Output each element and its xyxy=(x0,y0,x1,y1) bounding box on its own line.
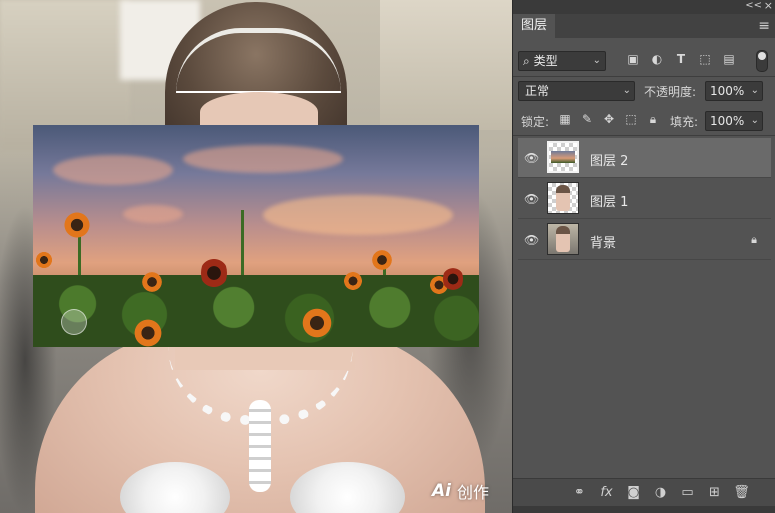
blend-mode-value: 正常 xyxy=(525,84,550,98)
divider xyxy=(513,76,775,77)
sunflower xyxy=(201,255,227,291)
sunflower xyxy=(63,211,91,239)
panel-resize-handle[interactable] xyxy=(513,506,775,513)
smart-object-filter-icon[interactable]: ▤ xyxy=(722,52,736,66)
panel-title-bar: << × xyxy=(513,0,775,14)
layer-row-layer-2[interactable]: 👁︎ 图层 2 xyxy=(518,138,771,178)
sunflower xyxy=(343,271,363,291)
layer-thumbnail xyxy=(547,141,579,173)
delete-layer-icon[interactable]: 🗑︎ xyxy=(733,485,750,501)
watermark: Ai 创作 xyxy=(432,479,489,503)
thumbnail-image xyxy=(556,185,570,211)
thumbnail-image xyxy=(551,151,575,163)
sunflower xyxy=(141,271,163,293)
background-building-right xyxy=(380,0,512,130)
chevron-down-icon[interactable]: ⌄ xyxy=(751,112,759,130)
chevron-down-icon[interactable]: ⌄ xyxy=(751,82,759,100)
sunflower xyxy=(443,265,463,293)
watermark-logo: Ai xyxy=(432,481,451,501)
bottom-icons: ⚭ fx ◙ ◑ ▭ ⊞ 🗑︎ xyxy=(571,485,750,501)
sunflower xyxy=(301,307,333,339)
eye-visibility-icon[interactable]: 👁︎ xyxy=(524,192,539,206)
watermark-text: 创作 xyxy=(456,483,489,502)
fill-value: 100% xyxy=(710,114,745,128)
fx-icon[interactable]: fx xyxy=(598,485,615,501)
lock-artboard-icon[interactable]: ⬚ xyxy=(624,112,638,126)
document-canvas[interactable]: Ai 创作 xyxy=(0,0,512,513)
image-filter-icon[interactable]: ▣ xyxy=(626,52,640,66)
filter-toggle-switch[interactable] xyxy=(756,50,768,72)
lock-transparent-pixels-icon[interactable]: ▦ xyxy=(558,112,572,126)
sunflower xyxy=(133,318,163,347)
layers-panel: << × 图层 ≡ ⌕ 类型 ⌄ ▣ ◐ T ⬚ ▤ 正常 ⌄ 不透明度: 10… xyxy=(512,0,775,513)
layer-row-background[interactable]: 👁︎ 背景 🔒︎ xyxy=(518,220,771,260)
lock-label: 锁定: xyxy=(521,115,550,129)
layer-name: 背景 xyxy=(590,236,617,251)
cloud xyxy=(183,145,343,173)
filter-icons: ▣ ◐ T ⬚ ▤ xyxy=(626,52,736,66)
eye-visibility-icon[interactable]: 👁︎ xyxy=(524,233,539,247)
layer-row-layer-1[interactable]: 👁︎ 图层 1 xyxy=(518,179,771,219)
layer-2-sunflower-photo[interactable] xyxy=(33,125,479,347)
opacity-label: 不透明度: xyxy=(644,85,697,99)
layer-name: 图层 1 xyxy=(590,195,629,210)
fill-label: 填充: xyxy=(670,115,699,129)
lock-row: 锁定: ▦ ✎ ✥ ⬚ 🔒︎ 填充: 100% ⌄ xyxy=(513,109,775,133)
lock-position-icon[interactable]: ✥ xyxy=(602,112,616,126)
necklace-pendant xyxy=(249,400,271,492)
panel-bottom-bar: ⚭ fx ◙ ◑ ▭ ⊞ 🗑︎ xyxy=(513,478,775,507)
panel-menu-icon[interactable]: ≡ xyxy=(758,18,770,34)
type-filter-icon[interactable]: T xyxy=(674,52,688,66)
filter-row: ⌕ 类型 ⌄ ▣ ◐ T ⬚ ▤ xyxy=(513,48,775,74)
filter-kind-label: 类型 xyxy=(533,54,558,68)
sunflower xyxy=(371,249,393,271)
filter-kind-select[interactable]: ⌕ 类型 ⌄ xyxy=(518,51,606,71)
add-mask-icon[interactable]: ◙ xyxy=(625,485,642,501)
blend-row: 正常 ⌄ 不透明度: 100% ⌄ xyxy=(513,79,775,103)
group-folder-icon[interactable]: ▭ xyxy=(679,485,696,501)
search-icon: ⌕ xyxy=(523,54,530,68)
eye-visibility-icon[interactable]: 👁︎ xyxy=(524,151,539,165)
shape-filter-icon[interactable]: ⬚ xyxy=(698,52,712,66)
layer-thumbnail xyxy=(547,182,579,214)
chevron-down-icon: ⌄ xyxy=(592,55,601,66)
chevron-down-icon: ⌄ xyxy=(622,85,631,96)
brush-cursor xyxy=(61,309,87,335)
link-layers-icon[interactable]: ⚭ xyxy=(571,485,588,501)
foliage xyxy=(33,275,479,347)
lock-icons: ▦ ✎ ✥ ⬚ 🔒︎ xyxy=(558,112,660,126)
blend-mode-select[interactable]: 正常 ⌄ xyxy=(518,81,635,101)
divider xyxy=(513,135,775,136)
layer-name: 图层 2 xyxy=(590,154,629,169)
panel-tab-bar: 图层 ≡ xyxy=(513,14,775,38)
lock-image-pixels-icon[interactable]: ✎ xyxy=(580,112,594,126)
tab-layers[interactable]: 图层 xyxy=(513,14,556,38)
lock-all-icon[interactable]: 🔒︎ xyxy=(646,112,660,126)
layer-thumbnail xyxy=(547,223,579,255)
adjustment-layer-icon[interactable]: ◑ xyxy=(652,485,669,501)
fill-input[interactable]: 100% ⌄ xyxy=(705,111,763,131)
close-panel-button[interactable]: × xyxy=(764,0,773,12)
cloud xyxy=(53,155,173,185)
sunflower xyxy=(35,251,53,269)
cloud xyxy=(123,205,183,223)
opacity-value: 100% xyxy=(710,84,745,98)
new-layer-icon[interactable]: ⊞ xyxy=(706,485,723,501)
collapse-panel-button[interactable]: << xyxy=(745,0,762,11)
thumbnail-image xyxy=(556,226,570,252)
opacity-input[interactable]: 100% ⌄ xyxy=(705,81,763,101)
lock-icon: 🔒︎ xyxy=(751,233,757,246)
cloud xyxy=(263,195,453,235)
adjustment-filter-icon[interactable]: ◐ xyxy=(650,52,664,66)
